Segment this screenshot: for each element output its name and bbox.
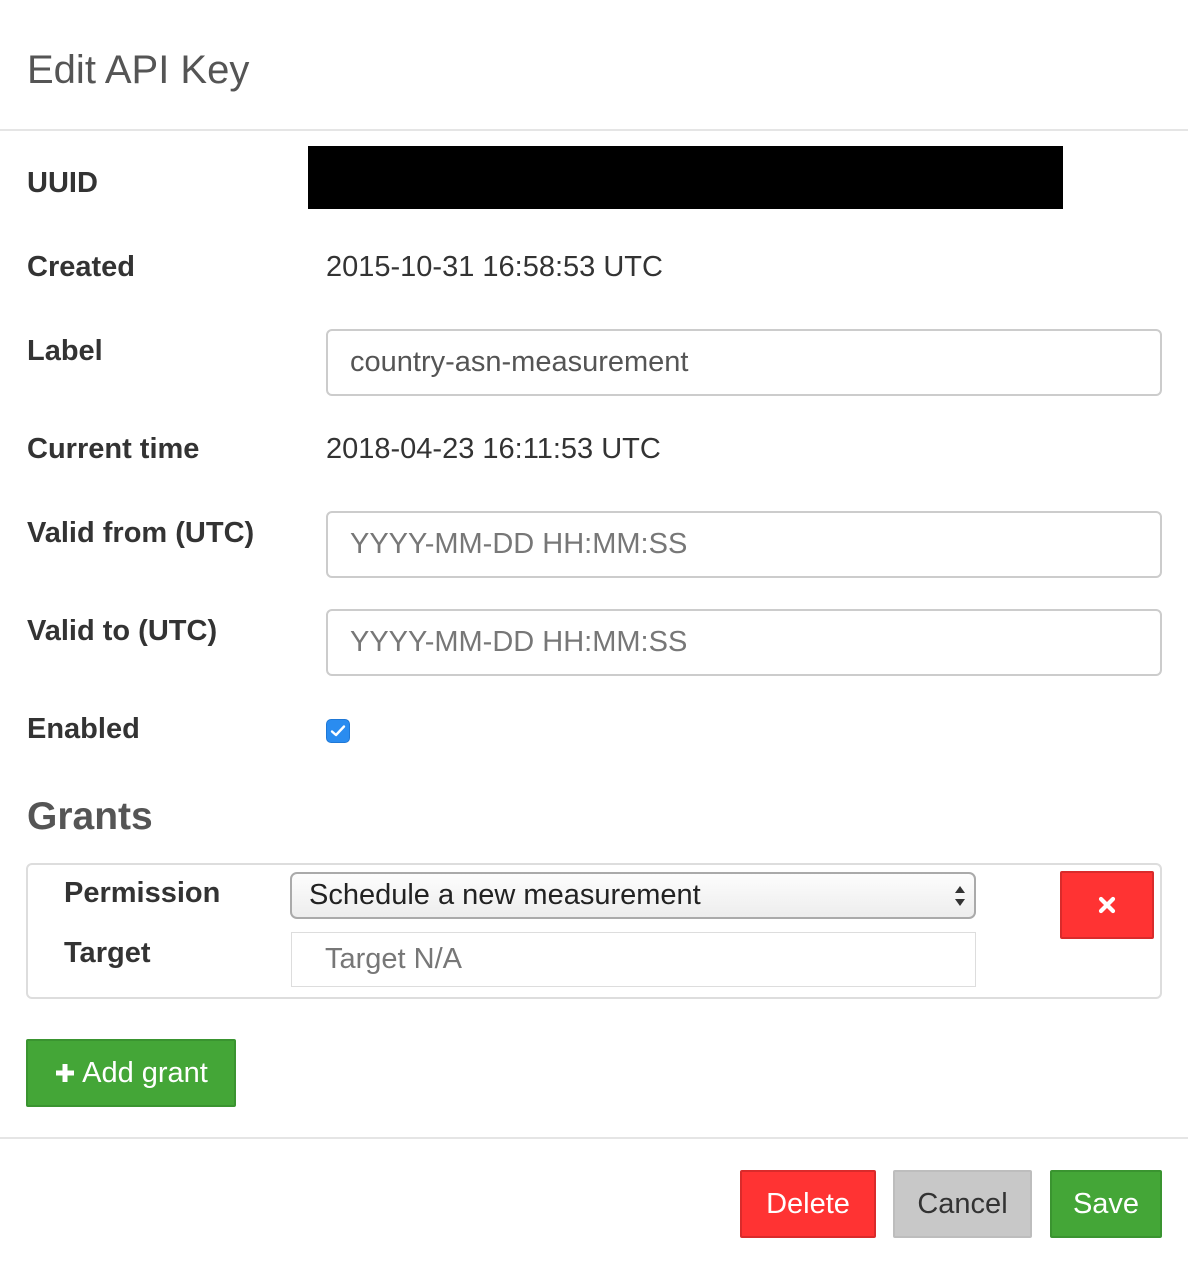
- current-time-label: Current time: [27, 433, 200, 465]
- select-arrows-icon: [955, 886, 965, 906]
- target-input[interactable]: Target N/A: [291, 932, 976, 987]
- modal-title: Edit API Key: [27, 48, 250, 92]
- check-icon: [330, 725, 346, 737]
- label-label: Label: [27, 335, 103, 367]
- save-button[interactable]: Save: [1050, 1170, 1162, 1238]
- close-icon: [1098, 896, 1116, 914]
- valid-to-input[interactable]: [326, 609, 1162, 676]
- delete-button[interactable]: Delete: [740, 1170, 876, 1238]
- grant-panel: Permission Schedule a new measurement Ta…: [26, 863, 1162, 999]
- created-label: Created: [27, 251, 135, 283]
- edit-api-key-modal: Edit API Key UUID Created 2015-10-31 16:…: [0, 0, 1188, 1265]
- current-time-value: 2018-04-23 16:11:53 UTC: [326, 433, 661, 465]
- modal-header: Edit API Key: [0, 0, 1188, 131]
- valid-from-label: Valid from (UTC): [27, 517, 255, 549]
- permission-select-value: Schedule a new measurement: [309, 879, 701, 911]
- uuid-label: UUID: [27, 167, 98, 199]
- target-placeholder: Target N/A: [325, 943, 462, 975]
- remove-grant-button[interactable]: [1060, 871, 1154, 939]
- uuid-value-redacted: [308, 146, 1063, 209]
- valid-from-input[interactable]: [326, 511, 1162, 578]
- permission-select[interactable]: Schedule a new measurement: [290, 872, 976, 919]
- add-grant-button[interactable]: Add grant: [26, 1039, 236, 1107]
- created-value: 2015-10-31 16:58:53 UTC: [326, 251, 663, 283]
- enabled-label: Enabled: [27, 713, 140, 745]
- valid-to-label: Valid to (UTC): [27, 615, 218, 647]
- add-grant-label: Add grant: [82, 1056, 208, 1089]
- grants-title: Grants: [27, 795, 153, 838]
- modal-footer: Delete Cancel Save: [0, 1137, 1188, 1265]
- target-label: Target: [64, 937, 151, 969]
- cancel-button[interactable]: Cancel: [893, 1170, 1032, 1238]
- label-input[interactable]: [326, 329, 1162, 396]
- enabled-checkbox[interactable]: [326, 719, 350, 743]
- plus-icon: [56, 1064, 75, 1082]
- permission-label: Permission: [64, 877, 221, 909]
